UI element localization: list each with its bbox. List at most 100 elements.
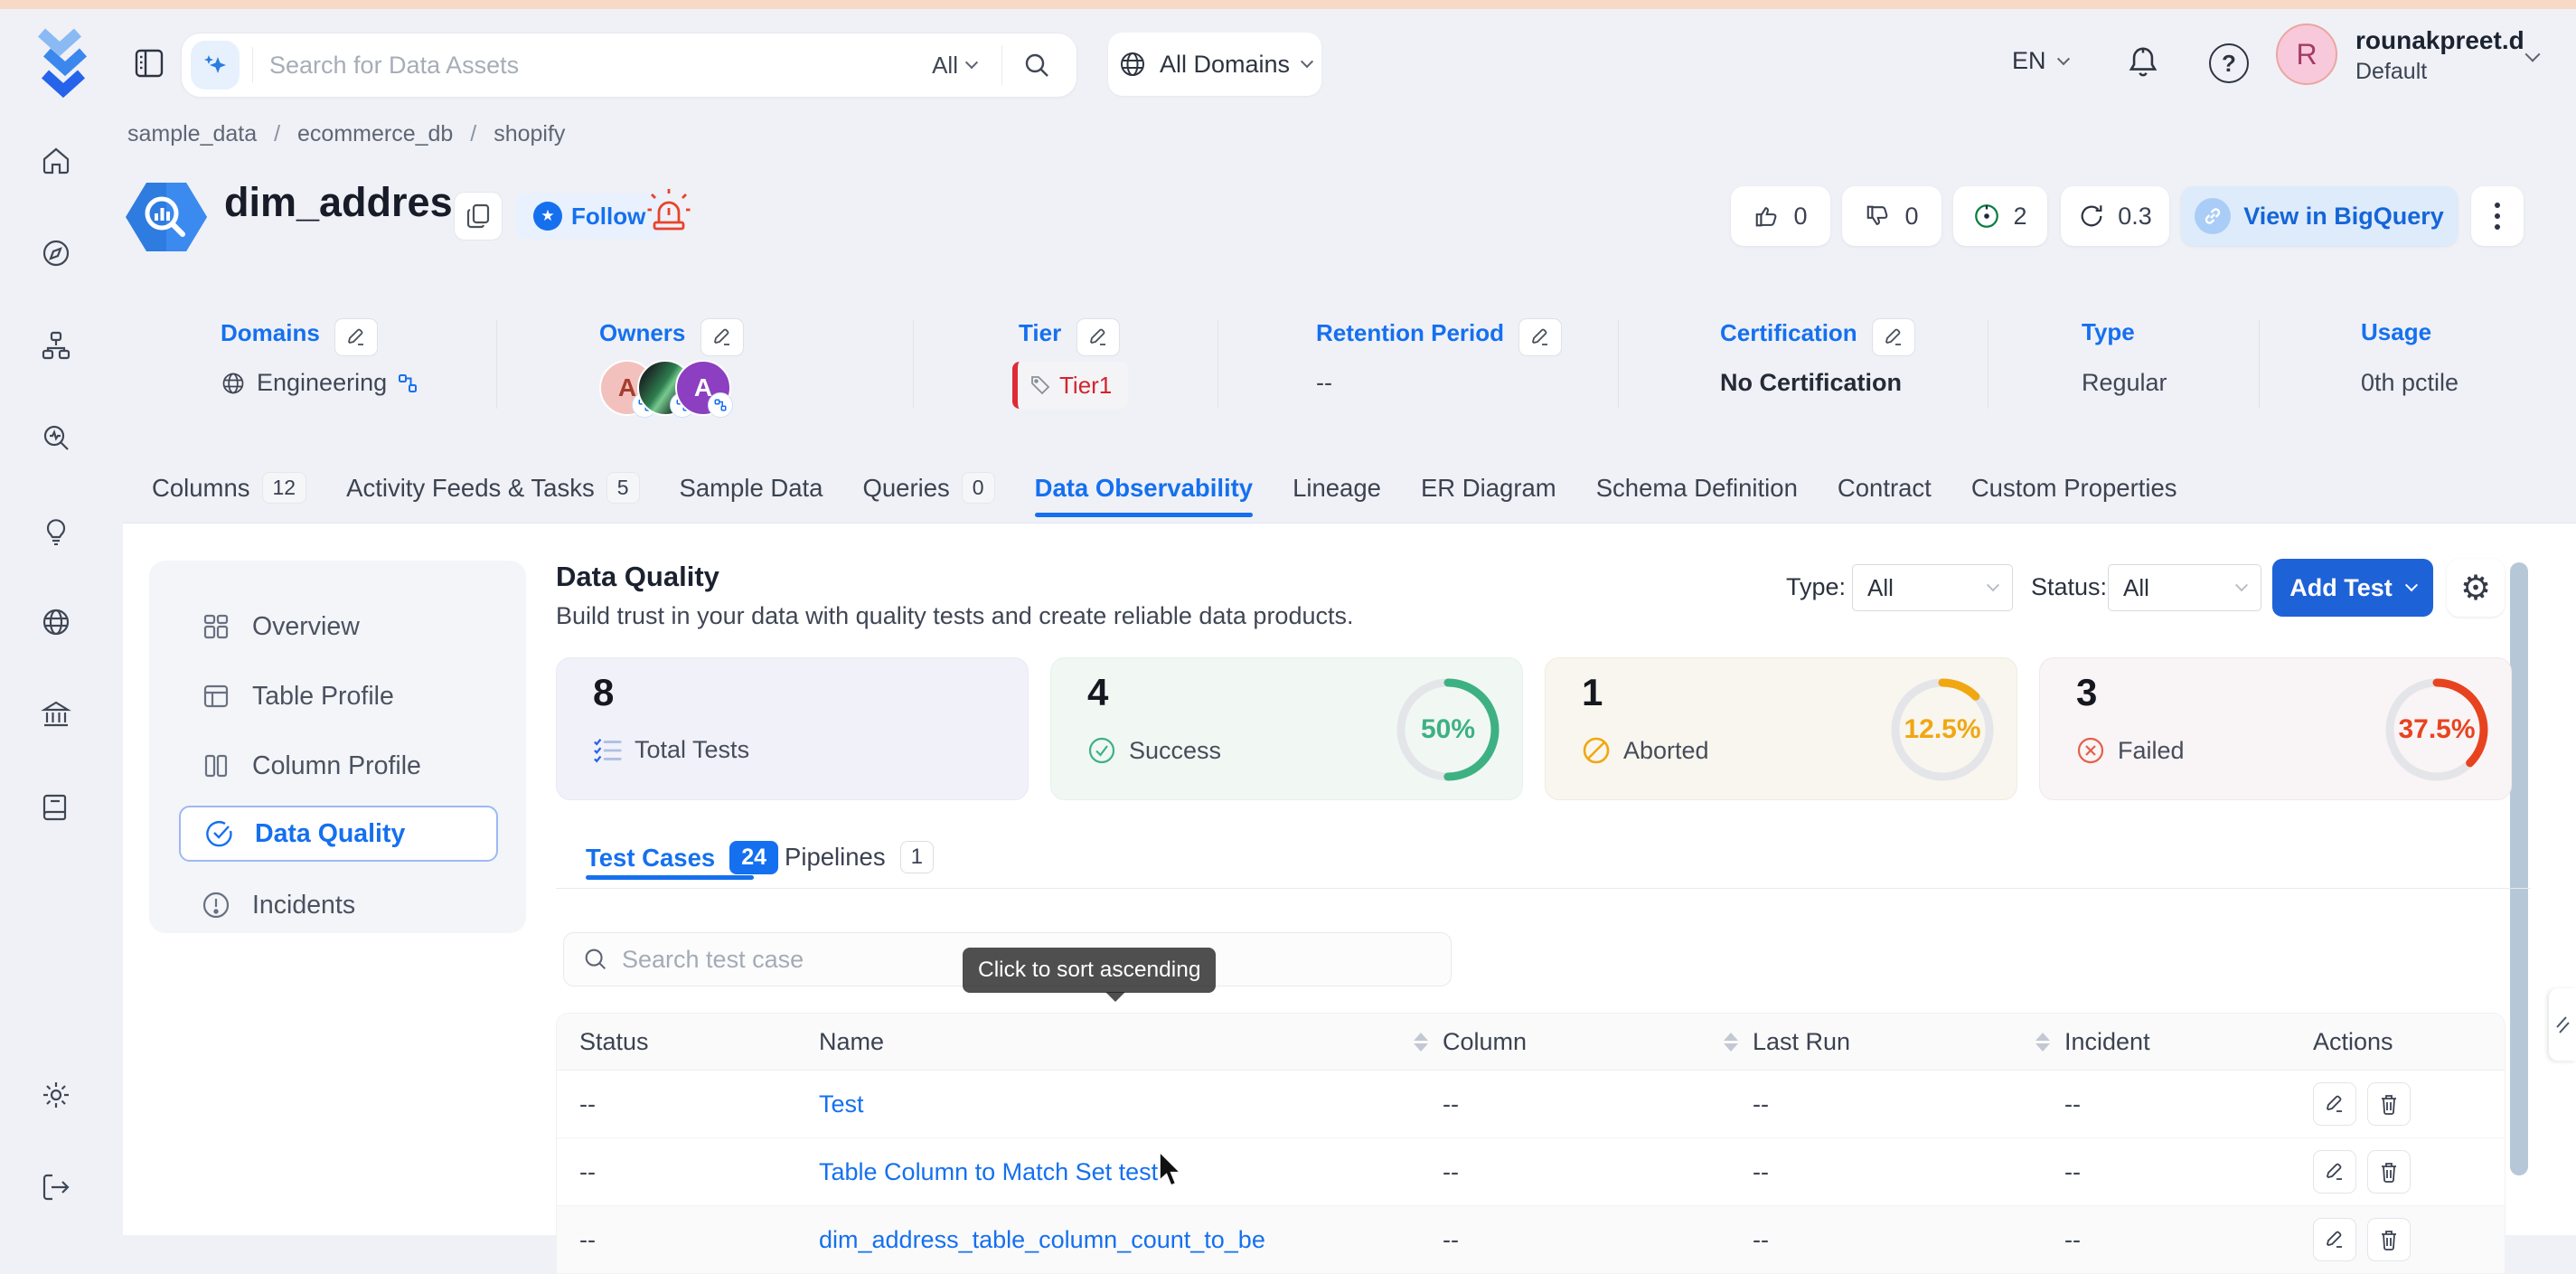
tab-contract[interactable]: Contract [1838,472,1932,504]
tab-activity-feeds[interactable]: Activity Feeds & Tasks5 [346,472,639,504]
follow-button[interactable]: ★ Follow [515,193,663,239]
edit-domains-button[interactable] [334,318,378,356]
view-in-bigquery-button[interactable]: View in BigQuery [2181,186,2458,246]
edit-certification-button[interactable] [1872,318,1915,356]
tab-schema-definition[interactable]: Schema Definition [1596,472,1798,504]
alert-circle-icon [202,891,230,920]
breadcrumb-item-database[interactable]: ecommerce_db [297,121,453,146]
quality-settings-button[interactable]: ⚙ [2447,559,2505,617]
user-avatar[interactable]: R [2276,24,2337,85]
view-in-bigquery-label: View in BigQuery [2243,203,2444,231]
all-domains-button[interactable]: All Domains [1108,33,1321,96]
test-case-link[interactable]: dim_address_table_column_count_to_be [819,1226,1265,1253]
sidebar-toggle-icon[interactable] [134,47,165,80]
vertical-scrollbar[interactable] [2510,562,2528,1175]
table-row[interactable]: -- Test -- -- -- [557,1071,2505,1138]
status-filter-select[interactable]: All [2108,564,2261,611]
sidebar-item-explore[interactable] [41,238,71,269]
language-select[interactable]: EN [2012,47,2068,75]
sidebar-item-logout[interactable] [41,1172,71,1203]
subnav-item-table-profile[interactable]: Table Profile [149,668,526,724]
add-test-button[interactable]: Add Test [2272,559,2433,617]
global-search-bar[interactable]: Search for Data Assets All [181,33,1077,98]
alert-siren-icon[interactable] [647,188,691,235]
subnav-item-column-profile[interactable]: Column Profile [149,738,526,794]
sort-icon[interactable] [1724,1033,1738,1052]
breadcrumb-item-schema[interactable]: shopify [494,121,565,146]
ai-sparkle-icon[interactable] [191,41,240,90]
avatar-initial: R [2296,38,2317,71]
notifications-bell-icon[interactable] [2126,43,2160,81]
data-quality-title: Data Quality [556,561,719,593]
table-row[interactable]: -- Table Column to Match Set test -- -- … [557,1138,2505,1206]
chevron-down-icon [965,56,978,69]
domains-value[interactable]: Engineering [221,369,418,397]
version-button[interactable]: 0.3 [2061,186,2169,246]
col-incident: Incident [2064,1028,2313,1056]
col-column[interactable]: Column [1443,1028,1753,1056]
sidebar-item-lineage[interactable] [41,330,71,361]
tab-data-observability[interactable]: Data Observability [1035,472,1253,504]
user-menu-chevron-icon[interactable] [2527,51,2538,67]
edit-owners-button[interactable] [700,318,744,356]
subnav-item-incidents[interactable]: Incidents [149,877,526,933]
breadcrumb-item-service[interactable]: sample_data [127,121,257,146]
sidebar-item-settings[interactable] [41,1080,71,1110]
edit-tier-button[interactable] [1076,318,1120,356]
tab-sample-data[interactable]: Sample Data [680,472,823,504]
sidebar-item-govern[interactable] [41,699,71,730]
meta-type: Type [2082,318,2135,346]
sidebar-item-observability[interactable] [41,422,71,453]
domain-name[interactable]: Engineering [257,369,387,397]
type-label: Type [2082,318,2135,346]
sidebar-item-glossary[interactable] [41,791,71,822]
tab-lineage[interactable]: Lineage [1293,472,1381,504]
col-name[interactable]: Name [819,1028,1443,1056]
sort-icon[interactable] [2035,1033,2050,1052]
app-logo[interactable] [34,25,103,103]
edit-retention-button[interactable] [1518,318,1562,356]
type-filter-select[interactable]: All [1852,564,2013,611]
copy-name-button[interactable] [454,192,503,241]
search-icon[interactable] [1022,51,1051,80]
edit-test-button[interactable] [2313,1082,2356,1126]
queries-stat-button[interactable]: 2 [1953,186,2047,246]
subnav-item-data-quality[interactable]: Data Quality [179,806,498,862]
sidebar-item-home[interactable] [41,146,71,176]
right-panel-handle[interactable] [2549,988,2576,1061]
sidebar-item-incident-manager[interactable] [41,514,71,545]
subnav-item-overview[interactable]: Overview [149,599,526,655]
tab-er-diagram[interactable]: ER Diagram [1421,472,1556,504]
more-actions-button[interactable] [2471,186,2524,246]
owner-avatar[interactable]: A [675,360,731,416]
meta-usage: Usage [2361,318,2431,346]
check-circle-icon [204,819,233,848]
tier-badge[interactable]: Tier1 [1012,362,1128,409]
help-icon[interactable]: ? [2209,43,2249,83]
tab-queries[interactable]: Queries0 [862,472,994,504]
col-last-run[interactable]: Last Run [1753,1028,2064,1056]
sidebar-item-domains[interactable] [41,607,71,637]
search-input[interactable]: Search for Data Assets [269,52,932,80]
total-tests-value: 8 [593,671,614,714]
certification-label: Certification [1720,319,1857,347]
test-case-link[interactable]: Table Column to Match Set test [819,1158,1158,1185]
downvote-button[interactable]: 0 [1842,186,1941,246]
tab-custom-properties[interactable]: Custom Properties [1971,472,2177,504]
delete-test-button[interactable] [2367,1218,2411,1261]
delete-test-button[interactable] [2367,1150,2411,1194]
test-cases-count-badge: 24 [729,841,778,874]
sort-icon[interactable] [1414,1033,1428,1052]
delete-test-button[interactable] [2367,1082,2411,1126]
tab-columns[interactable]: Columns12 [152,472,306,504]
tab-pipelines[interactable]: Pipelines 1 [785,841,934,873]
test-case-link[interactable]: Test [819,1090,864,1118]
table-row[interactable]: -- dim_address_table_column_count_to_be … [557,1206,2505,1274]
edit-test-button[interactable] [2313,1218,2356,1261]
edit-test-button[interactable] [2313,1150,2356,1194]
tab-test-cases[interactable]: Test Cases 24 [586,841,778,874]
upvote-button[interactable]: 0 [1731,186,1830,246]
failed-card: 3 Failed 37.5% [2039,657,2512,800]
owners-avatars[interactable]: A A [599,360,780,414]
search-scope-select[interactable]: All [932,52,958,80]
